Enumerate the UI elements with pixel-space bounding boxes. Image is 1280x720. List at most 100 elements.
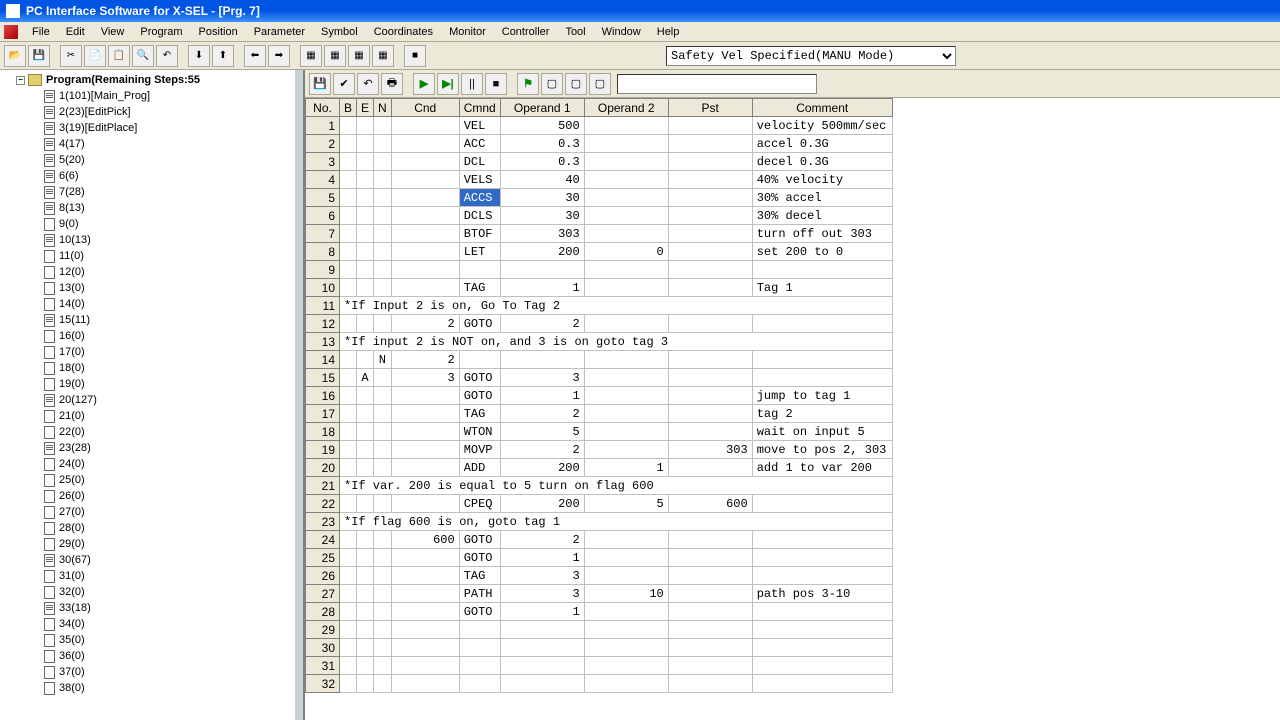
tree-item-27[interactable]: 27(0): [30, 504, 303, 520]
cell-pst[interactable]: [668, 315, 752, 333]
cell-e[interactable]: [357, 495, 374, 513]
cell-cnd[interactable]: [391, 279, 459, 297]
menu-program[interactable]: Program: [132, 24, 190, 40]
row-number[interactable]: 13: [306, 333, 340, 351]
tree-item-35[interactable]: 35(0): [30, 632, 303, 648]
cell-cnd[interactable]: [391, 657, 459, 675]
table-row[interactable]: 6DCLS3030% decel: [306, 207, 893, 225]
row-number[interactable]: 21: [306, 477, 340, 495]
table-row[interactable]: 14N2: [306, 351, 893, 369]
cell-pst[interactable]: 600: [668, 495, 752, 513]
menu-file[interactable]: File: [24, 24, 58, 40]
col-header-no[interactable]: No.: [306, 99, 340, 117]
cell-b[interactable]: [340, 351, 357, 369]
cell-cnd[interactable]: [391, 171, 459, 189]
row-number[interactable]: 20: [306, 459, 340, 477]
table-row[interactable]: 9: [306, 261, 893, 279]
cell-cmnd[interactable]: WTON: [459, 423, 500, 441]
cell-e[interactable]: [357, 423, 374, 441]
cell-op1[interactable]: 500: [500, 117, 584, 135]
cell-comment[interactable]: jump to tag 1: [752, 387, 892, 405]
tree-item-2[interactable]: 2(23)[EditPick]: [30, 104, 303, 120]
row-number[interactable]: 31: [306, 657, 340, 675]
menu-parameter[interactable]: Parameter: [246, 24, 313, 40]
cell-cnd[interactable]: [391, 675, 459, 693]
menu-position[interactable]: Position: [191, 24, 246, 40]
cell-e[interactable]: [357, 387, 374, 405]
cell-b[interactable]: [340, 405, 357, 423]
cell-cmnd[interactable]: VELS: [459, 171, 500, 189]
cell-comment[interactable]: path pos 3-10: [752, 585, 892, 603]
col-header-e[interactable]: E: [357, 99, 374, 117]
cell-op2[interactable]: [584, 315, 668, 333]
table-row[interactable]: 26TAG3: [306, 567, 893, 585]
cell-b[interactable]: [340, 495, 357, 513]
cell-e[interactable]: [357, 171, 374, 189]
cell-e[interactable]: [357, 567, 374, 585]
table-row[interactable]: 2ACC0.3accel 0.3G: [306, 135, 893, 153]
cell-pst[interactable]: [668, 243, 752, 261]
tree-item-21[interactable]: 21(0): [30, 408, 303, 424]
cell-op1[interactable]: 2: [500, 531, 584, 549]
cell-op2[interactable]: [584, 135, 668, 153]
tree-item-22[interactable]: 22(0): [30, 424, 303, 440]
cell-pst[interactable]: [668, 261, 752, 279]
cell-cnd[interactable]: [391, 603, 459, 621]
cell-op1[interactable]: 0.3: [500, 135, 584, 153]
cell-op1[interactable]: 200: [500, 243, 584, 261]
cell-pst[interactable]: [668, 459, 752, 477]
cell-n[interactable]: [374, 261, 392, 279]
table-row[interactable]: 3DCL0.3decel 0.3G: [306, 153, 893, 171]
cell-n[interactable]: N: [374, 351, 392, 369]
cell-comment[interactable]: accel 0.3G: [752, 135, 892, 153]
cell-n[interactable]: [374, 621, 392, 639]
menu-window[interactable]: Window: [594, 24, 649, 40]
tree-item-36[interactable]: 36(0): [30, 648, 303, 664]
cell-op1[interactable]: 1: [500, 387, 584, 405]
cell-b[interactable]: [340, 279, 357, 297]
row-number[interactable]: 10: [306, 279, 340, 297]
cell-cnd[interactable]: [391, 639, 459, 657]
cell-n[interactable]: [374, 279, 392, 297]
cell-e[interactable]: [357, 441, 374, 459]
cell-comment[interactable]: [752, 639, 892, 657]
cell-op2[interactable]: [584, 153, 668, 171]
tree-item-18[interactable]: 18(0): [30, 360, 303, 376]
cell-op1[interactable]: [500, 261, 584, 279]
cell-pst[interactable]: [668, 351, 752, 369]
cell-pst[interactable]: [668, 153, 752, 171]
cell-cnd[interactable]: [391, 135, 459, 153]
menu-edit[interactable]: Edit: [58, 24, 93, 40]
col-header-cnd[interactable]: Cnd: [391, 99, 459, 117]
undo-button[interactable]: ↶: [156, 45, 178, 67]
cell-op2[interactable]: [584, 621, 668, 639]
cell-cmnd[interactable]: ADD: [459, 459, 500, 477]
table-row[interactable]: 25GOTO1: [306, 549, 893, 567]
cell-e[interactable]: [357, 639, 374, 657]
cell-op1[interactable]: 3: [500, 585, 584, 603]
cell-op2[interactable]: [584, 675, 668, 693]
cell-op1[interactable]: [500, 639, 584, 657]
col-header-cmnd[interactable]: Cmnd: [459, 99, 500, 117]
col-header-op2[interactable]: Operand 2: [584, 99, 668, 117]
cell-op2[interactable]: [584, 351, 668, 369]
cell-comment[interactable]: [752, 261, 892, 279]
cell-n[interactable]: [374, 531, 392, 549]
cell-comment[interactable]: turn off out 303: [752, 225, 892, 243]
row-number[interactable]: 27: [306, 585, 340, 603]
tree-item-31[interactable]: 31(0): [30, 568, 303, 584]
collapse-icon[interactable]: −: [16, 76, 25, 85]
stop-button[interactable]: ■: [404, 45, 426, 67]
tree-item-30[interactable]: 30(67): [30, 552, 303, 568]
cell-n[interactable]: [374, 243, 392, 261]
cell-op1[interactable]: 2: [500, 315, 584, 333]
cell-cmnd[interactable]: MOVP: [459, 441, 500, 459]
table-row[interactable]: 19MOVP2303move to pos 2, 303: [306, 441, 893, 459]
table-row[interactable]: 1VEL500velocity 500mm/sec: [306, 117, 893, 135]
table-row[interactable]: 11*If Input 2 is on, Go To Tag 2: [306, 297, 893, 315]
cell-b[interactable]: [340, 531, 357, 549]
cell-e[interactable]: [357, 603, 374, 621]
cell-cmnd[interactable]: TAG: [459, 405, 500, 423]
cell-b[interactable]: [340, 117, 357, 135]
cell-cmnd[interactable]: [459, 621, 500, 639]
